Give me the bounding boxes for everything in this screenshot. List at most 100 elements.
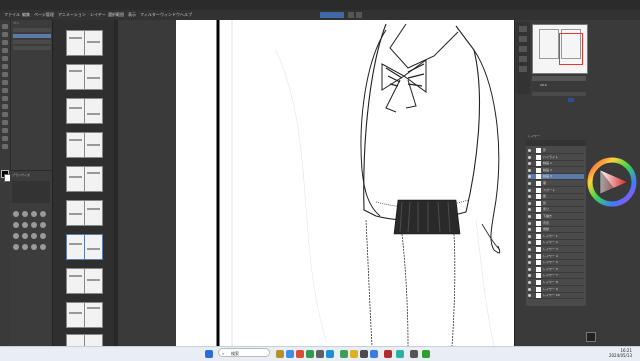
page-thumbnail-current[interactable] xyxy=(66,234,85,260)
layer-row[interactable]: レイヤー 5 xyxy=(528,260,584,267)
visibility-eye-icon[interactable] xyxy=(528,182,531,185)
page-thumbnail[interactable] xyxy=(66,64,85,90)
figure-tool-icon[interactable] xyxy=(2,120,8,125)
fit-view-icon[interactable] xyxy=(519,46,527,52)
brush-size-preset[interactable] xyxy=(40,233,46,239)
brush-size-preset[interactable] xyxy=(40,222,46,228)
visibility-eye-icon[interactable] xyxy=(528,149,531,152)
brush-size-preset[interactable] xyxy=(22,222,28,228)
layer-row[interactable]: レイヤー 6 xyxy=(528,266,584,273)
layer-row[interactable]: 影 xyxy=(528,148,584,154)
visibility-eye-icon[interactable] xyxy=(528,241,531,245)
brush-size-preset[interactable] xyxy=(31,244,37,250)
taskbar-app-icon[interactable] xyxy=(306,350,314,358)
brush-size-preset[interactable] xyxy=(40,211,46,217)
page-thumbnail[interactable] xyxy=(84,302,103,328)
visibility-eye-icon[interactable] xyxy=(528,168,531,172)
layer-row[interactable]: レイヤー 9 xyxy=(528,286,584,293)
visibility-eye-icon[interactable] xyxy=(528,215,531,218)
layer-row[interactable]: スカート xyxy=(528,187,584,194)
layer-row[interactable]: 下描き xyxy=(528,214,584,220)
page-thumbnail[interactable] xyxy=(84,200,103,226)
page-thumbnail[interactable] xyxy=(84,268,103,294)
layer-row[interactable]: 服 xyxy=(528,181,584,187)
zoom-in-icon[interactable] xyxy=(519,26,527,32)
canvas-page[interactable] xyxy=(176,20,514,346)
layer-row[interactable]: 塗り xyxy=(528,207,584,214)
brush-size-preset[interactable] xyxy=(22,244,28,250)
layer-row[interactable]: 肌 xyxy=(528,194,584,201)
visibility-eye-icon[interactable] xyxy=(528,175,531,179)
eyedropper-icon[interactable] xyxy=(2,56,8,61)
brush-size-preset[interactable] xyxy=(22,233,28,239)
color-wheel[interactable] xyxy=(586,150,640,212)
system-clock[interactable]: 16:21 2024/05/13 xyxy=(592,348,632,358)
pen-tool-icon[interactable] xyxy=(2,64,8,69)
page-thumbnail[interactable] xyxy=(66,302,85,328)
toolbar-icon[interactable] xyxy=(348,12,354,18)
gradient-tool-icon[interactable] xyxy=(2,112,8,117)
text-tool-icon[interactable] xyxy=(2,136,8,141)
taskbar-app-icon[interactable] xyxy=(340,350,348,358)
subtool-item[interactable] xyxy=(13,40,51,44)
visibility-eye-icon[interactable] xyxy=(528,281,531,284)
menu-animation[interactable]: アニメーション xyxy=(58,12,86,18)
page-thumbnail[interactable] xyxy=(84,64,103,90)
subtool-item[interactable] xyxy=(13,28,51,32)
subtool-item[interactable] xyxy=(13,46,51,50)
layer-row[interactable]: 線画 1 xyxy=(528,161,584,168)
layer-row[interactable]: 用紙 xyxy=(528,227,584,234)
layer-row[interactable]: ハイライト xyxy=(528,154,584,161)
taskbar-app-icon[interactable] xyxy=(360,350,368,358)
flip-icon[interactable] xyxy=(519,66,527,72)
visibility-eye-icon[interactable] xyxy=(528,261,531,265)
layer-row[interactable]: レイヤー 2 xyxy=(528,240,584,247)
airbrush-tool-icon[interactable] xyxy=(2,88,8,93)
visibility-eye-icon[interactable] xyxy=(528,267,531,271)
navigator-viewport[interactable] xyxy=(559,33,583,65)
eraser-tool-icon[interactable] xyxy=(2,96,8,101)
navigator-controls[interactable] xyxy=(532,92,586,96)
visibility-eye-icon[interactable] xyxy=(528,208,531,212)
layer-row[interactable]: 線画 2 xyxy=(528,167,584,174)
taskbar-app-icon[interactable] xyxy=(316,350,324,358)
page-thumbnail[interactable] xyxy=(66,132,85,158)
page-thumbnail[interactable] xyxy=(66,98,85,124)
brush-size-preset[interactable] xyxy=(31,222,37,228)
move-tool-icon[interactable] xyxy=(2,24,8,29)
taskbar-app-icon[interactable] xyxy=(422,350,430,358)
zoom-tool-icon[interactable] xyxy=(2,32,8,37)
brush-size-preset[interactable] xyxy=(31,233,37,239)
visibility-eye-icon[interactable] xyxy=(528,221,531,225)
menu-edit[interactable]: 編集 xyxy=(22,12,30,18)
menu-layer[interactable]: レイヤー xyxy=(90,12,106,18)
taskbar-app-icon[interactable] xyxy=(396,350,404,358)
page-thumbnail[interactable] xyxy=(84,132,103,158)
toolbar-icon[interactable] xyxy=(356,12,362,18)
page-thumbnail[interactable] xyxy=(84,166,103,192)
visibility-eye-icon[interactable] xyxy=(528,201,531,205)
page-thumbnail[interactable] xyxy=(66,268,85,294)
brush-size-preset[interactable] xyxy=(13,233,19,239)
menu-window[interactable]: ウィンドウ xyxy=(160,12,180,18)
page-thumbnail[interactable] xyxy=(84,98,103,124)
page-thumbnail-current[interactable] xyxy=(84,234,103,260)
layer-row[interactable]: レイヤー 3 xyxy=(528,247,584,253)
layer-row[interactable]: レイヤー 4 xyxy=(528,253,584,260)
taskbar-app-icon[interactable] xyxy=(286,350,294,358)
layer-row[interactable]: 髪 xyxy=(528,200,584,207)
taskbar-app-icon[interactable] xyxy=(296,350,304,358)
layer-row[interactable]: レイヤー 7 xyxy=(528,273,584,280)
taskbar-app-icon[interactable] xyxy=(384,350,392,358)
navigator-preview[interactable] xyxy=(532,24,588,74)
brush-size-preset[interactable] xyxy=(13,211,19,217)
menu-page[interactable]: ページ管理 xyxy=(34,12,54,18)
pencil-tool-icon[interactable] xyxy=(2,72,8,77)
selection-tool-icon[interactable] xyxy=(2,48,8,53)
visibility-eye-icon[interactable] xyxy=(528,294,531,298)
visibility-eye-icon[interactable] xyxy=(528,274,531,278)
menu-file[interactable]: ファイル xyxy=(4,12,20,18)
brush-size-preset[interactable] xyxy=(13,244,19,250)
layer-row[interactable]: 背景 xyxy=(528,220,584,227)
visibility-eye-icon[interactable] xyxy=(528,287,531,291)
